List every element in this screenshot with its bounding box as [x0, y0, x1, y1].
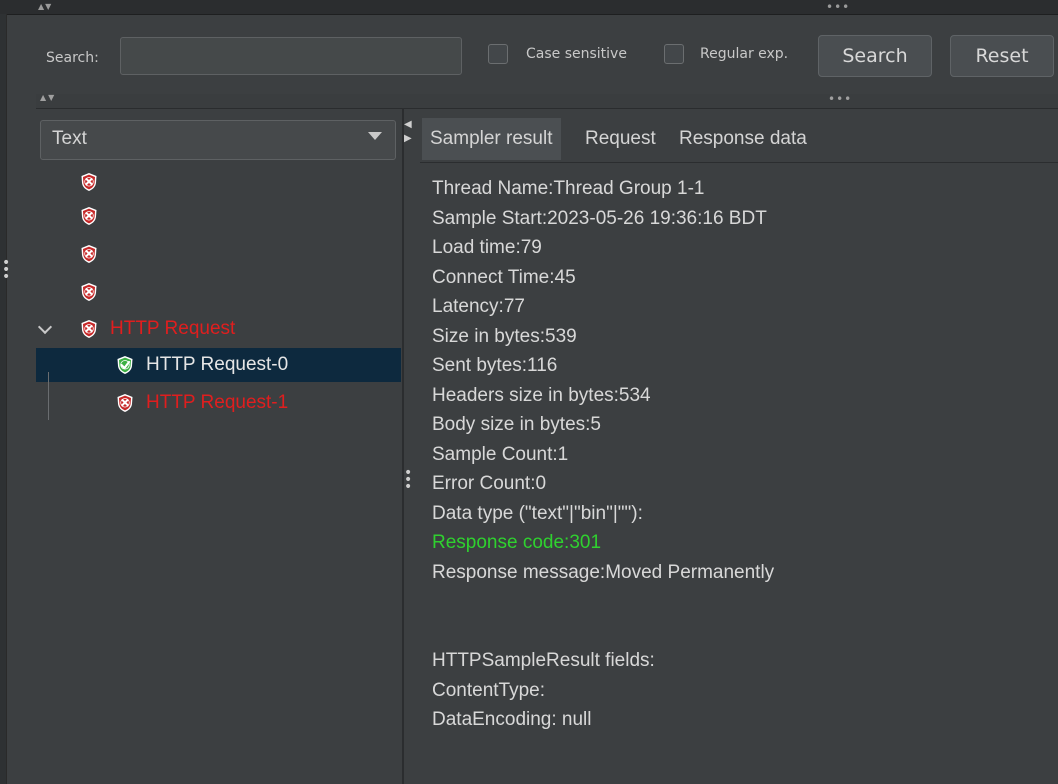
sampler-result-text: Thread Name:Thread Group 1-1 Sample Start… [432, 174, 774, 735]
result-line: Data type ("text"|"bin"|""): [432, 502, 643, 524]
tab-sampler-result[interactable]: Sampler result [422, 118, 561, 160]
tree-node[interactable]: HTTP Request-1 [116, 392, 288, 414]
result-line: Connect Time:45 [432, 266, 576, 288]
search-button[interactable]: Search [818, 35, 932, 77]
result-line: Sample Start:2023-05-26 19:36:16 BDT [432, 207, 767, 229]
search-label: Search: [46, 50, 99, 66]
error-shield-icon [80, 172, 98, 192]
result-line [432, 587, 774, 617]
collapse-arrows-icon[interactable]: ▲▼ [40, 93, 56, 102]
reset-button[interactable]: Reset [950, 35, 1054, 77]
result-line: DataEncoding: null [432, 709, 592, 730]
horizontal-splitter[interactable] [36, 94, 1058, 109]
case-sensitive-label: Case sensitive [526, 46, 627, 62]
regex-label: Regular exp. [700, 46, 789, 62]
result-line: Response message:Moved Permanently [432, 561, 775, 583]
result-line: Latency:77 [432, 296, 525, 317]
error-shield-icon [80, 206, 98, 226]
success-shield-icon [116, 355, 134, 375]
tab-request[interactable]: Request [585, 118, 656, 160]
result-line: Size in bytes:539 [432, 325, 577, 347]
tree-node[interactable]: HTTP Request-0 [116, 354, 288, 376]
search-input[interactable] [120, 37, 462, 75]
tree-node[interactable] [80, 282, 110, 302]
splitter-grip-icon[interactable]: ••• [404, 466, 412, 494]
tree-node[interactable] [80, 172, 110, 192]
result-line: Body size in bytes:5 [432, 414, 601, 435]
tree-node[interactable] [80, 206, 110, 226]
error-shield-icon [116, 393, 134, 413]
tree-node[interactable]: HTTP Request [80, 318, 235, 340]
tree-node-label: HTTP Request-1 [146, 392, 289, 413]
renderer-select[interactable] [40, 120, 396, 160]
result-line [432, 617, 774, 647]
tab-response-data[interactable]: Response data [679, 118, 807, 160]
result-line: Headers size in bytes:534 [432, 384, 651, 406]
left-splitter-grip-icon[interactable]: • • • [2, 256, 10, 284]
error-shield-icon [80, 282, 98, 302]
result-line: HTTPSampleResult fields: [432, 650, 655, 671]
top-splitter[interactable] [0, 0, 1058, 15]
result-line: Thread Name:Thread Group 1-1 [432, 178, 705, 199]
tree-guide-line [48, 372, 49, 420]
result-line: Sent bytes:116 [432, 355, 558, 376]
vertical-splitter[interactable] [402, 108, 404, 784]
splitter-grip-icon[interactable]: ••• [828, 92, 852, 106]
tree-node[interactable] [80, 244, 110, 264]
chevron-down-icon[interactable] [368, 132, 382, 140]
tree-node-label: HTTP Request-0 [146, 354, 289, 375]
splitter-arrows-icon[interactable]: ◀ ▶ [404, 118, 412, 146]
tree-node-label: HTTP Request [110, 318, 236, 339]
renderer-select-value: Text [52, 128, 87, 149]
collapse-arrows-icon[interactable]: ▲▼ [38, 2, 52, 11]
result-line: Response code:301 [432, 532, 602, 553]
result-line: ContentType: [432, 679, 546, 701]
error-shield-icon [80, 319, 98, 339]
result-line: Error Count:0 [432, 473, 547, 494]
case-sensitive-checkbox[interactable] [488, 44, 508, 64]
result-line: Sample Count:1 [432, 443, 569, 465]
error-shield-icon [80, 244, 98, 264]
splitter-grip-icon[interactable]: ••• [826, 0, 850, 14]
regex-checkbox[interactable] [664, 44, 684, 64]
left-edge-panel [0, 14, 7, 784]
result-line: Load time:79 [432, 237, 542, 258]
